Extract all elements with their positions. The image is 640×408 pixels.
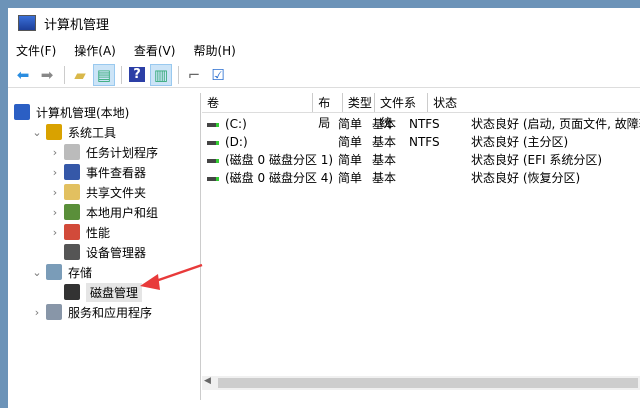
annotation-arrow <box>140 263 203 290</box>
